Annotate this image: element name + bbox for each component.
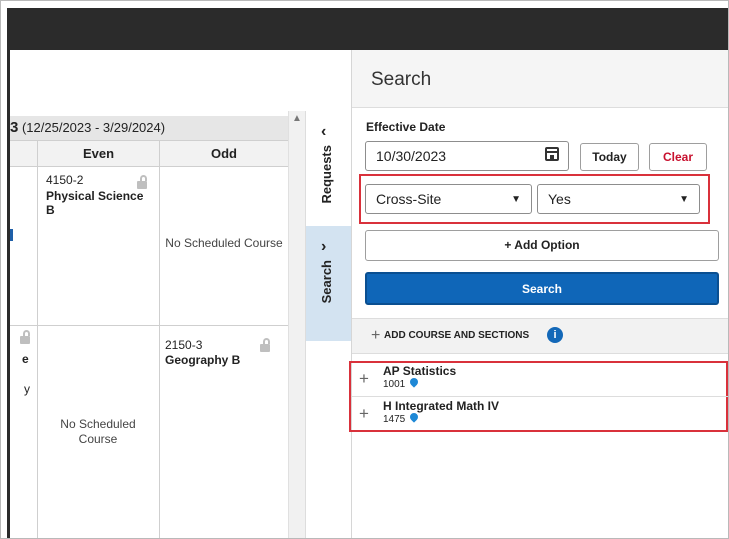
panel-header: Search xyxy=(352,50,728,108)
filter-option-value: Cross-Site xyxy=(376,191,442,207)
search-panel: Search Effective Date 10/30/2023 Today C… xyxy=(349,50,728,538)
grid-line xyxy=(37,141,38,538)
clear-button[interactable]: Clear xyxy=(649,143,707,171)
calendar-icon[interactable] xyxy=(545,147,559,161)
course-name[interactable]: Geography B xyxy=(165,353,240,367)
divider xyxy=(352,396,728,397)
tab-search-label: Search xyxy=(319,260,334,304)
panel-title: Search xyxy=(371,69,432,90)
add-course-sections-header[interactable]: + ADD COURSE AND SECTIONS i xyxy=(352,318,728,354)
tab-requests-label: Requests xyxy=(319,145,334,204)
lock-icon[interactable] xyxy=(20,330,30,344)
course-name: AP Statistics xyxy=(383,364,457,378)
plus-icon[interactable]: + xyxy=(359,404,369,424)
side-tabs: ‹ Requests › Search xyxy=(305,111,352,538)
partial-course-name: e xyxy=(22,352,29,366)
column-header-partial xyxy=(10,141,37,167)
course-name: H Integrated Math IV xyxy=(383,399,500,413)
chevron-left-icon: ‹ xyxy=(321,123,327,140)
add-option-button[interactable]: + Add Option xyxy=(365,230,719,261)
dropdown-arrow-icon: ▼ xyxy=(679,194,689,205)
tab-search[interactable]: › Search xyxy=(306,226,352,341)
course-name[interactable]: Physical Science B xyxy=(46,189,151,217)
filter-value-select[interactable]: Yes ▼ xyxy=(537,184,700,214)
course-code: 4150-2 xyxy=(46,173,84,187)
plus-icon[interactable]: + xyxy=(359,369,369,389)
lock-icon[interactable] xyxy=(137,175,147,189)
no-scheduled-course: No Scheduled Course xyxy=(60,417,136,446)
course-result-item[interactable]: + H Integrated Math IV 1475 xyxy=(352,398,728,428)
today-button[interactable]: Today xyxy=(580,143,639,171)
filter-value-value: Yes xyxy=(548,191,571,207)
search-button[interactable]: Search xyxy=(365,272,719,305)
lock-icon[interactable] xyxy=(260,338,270,352)
top-bar xyxy=(7,8,728,50)
effective-date-value: 10/30/2023 xyxy=(376,148,447,164)
schedule-scrollbar[interactable] xyxy=(288,111,305,538)
term-header: 3 (12/25/2023 - 3/29/2024) xyxy=(10,116,288,141)
term-number: 3 xyxy=(10,119,19,136)
effective-date-input[interactable]: 10/30/2023 xyxy=(365,141,569,171)
location-pin-icon xyxy=(408,376,420,388)
course-number: 1475 xyxy=(383,414,406,425)
filter-option-select[interactable]: Cross-Site ▼ xyxy=(365,184,532,214)
column-header-odd: Odd xyxy=(160,141,288,167)
course-code: 2150-3 xyxy=(165,338,203,352)
term-dates: (12/25/2023 - 3/29/2024) xyxy=(21,120,166,135)
effective-date-label: Effective Date xyxy=(366,120,446,134)
plus-icon: + xyxy=(371,327,381,344)
chevron-right-icon: › xyxy=(321,238,327,255)
no-scheduled-course: No Scheduled Course xyxy=(165,236,283,250)
location-pin-icon xyxy=(408,411,420,423)
schedule-marker xyxy=(10,229,13,241)
section-header-label: ADD COURSE AND SECTIONS xyxy=(384,330,530,341)
scroll-up-icon[interactable]: ▲ xyxy=(292,113,302,124)
column-header-even: Even xyxy=(38,141,159,167)
grid-line xyxy=(159,141,160,538)
schedule-header-area xyxy=(10,50,351,112)
schedule-grid: 3 (12/25/2023 - 3/29/2024) Even Odd 4150… xyxy=(10,111,305,538)
grid-line xyxy=(10,325,288,326)
screenshot-frame: 3 (12/25/2023 - 3/29/2024) Even Odd 4150… xyxy=(0,0,729,539)
course-number: 1001 xyxy=(383,379,406,390)
dropdown-arrow-icon: ▼ xyxy=(511,194,521,205)
partial-course-text: y xyxy=(24,382,30,396)
tab-requests[interactable]: ‹ Requests xyxy=(306,111,352,227)
info-icon[interactable]: i xyxy=(547,327,563,343)
course-result-item[interactable]: + AP Statistics 1001 xyxy=(352,363,728,393)
